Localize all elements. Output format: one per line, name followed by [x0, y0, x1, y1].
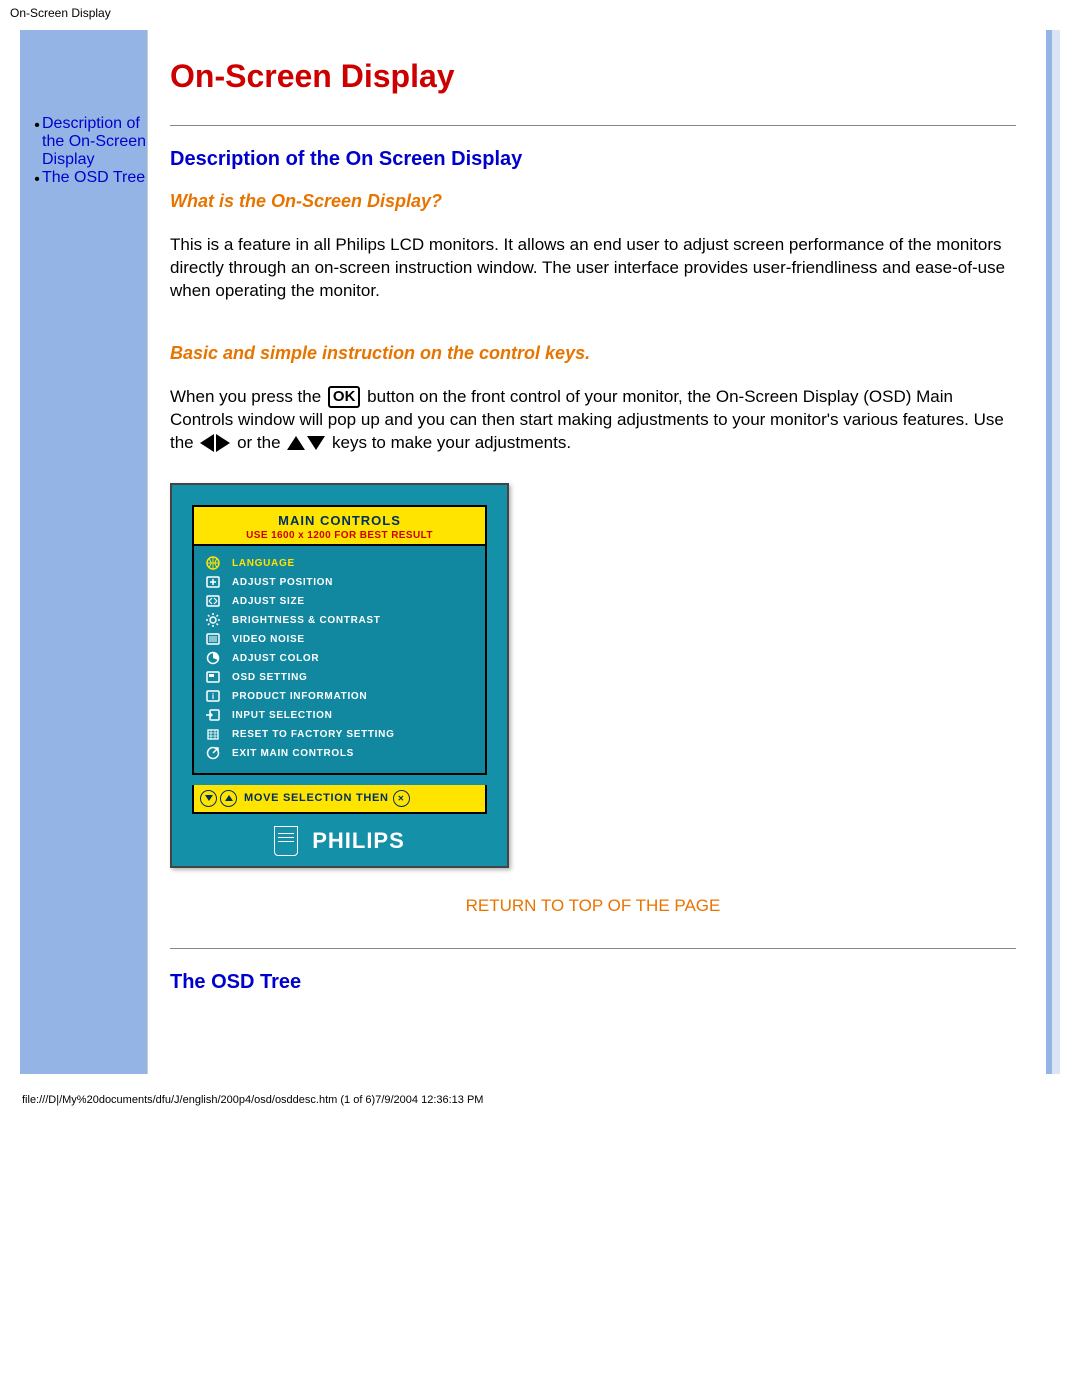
section-heading-description: Description of the On Screen Display — [170, 148, 1016, 171]
osd-menu-item-label: PRODUCT INFORMATION — [232, 691, 367, 702]
main-content: On-Screen Display Description of the On … — [147, 30, 1046, 1074]
osd-menu-item-label: EXIT MAIN CONTROLS — [232, 748, 354, 759]
osd-menu-item[interactable]: LANGUAGE — [204, 554, 475, 573]
left-right-arrows-icon — [200, 434, 230, 452]
text-segment: keys to make your adjustments. — [332, 433, 571, 452]
divider — [170, 125, 1016, 126]
sun-icon — [204, 613, 222, 627]
page-header-title: On-Screen Display — [0, 0, 1080, 22]
reset-icon — [204, 727, 222, 741]
section-heading-osd-tree: The OSD Tree — [170, 971, 1016, 994]
sidebar-item-osd-tree[interactable]: • The OSD Tree — [32, 169, 147, 189]
noise-icon — [204, 632, 222, 646]
osd-header: MAIN CONTROLS USE 1600 x 1200 FOR BEST R… — [194, 507, 485, 546]
paragraph-description: This is a feature in all Philips LCD mon… — [170, 234, 1016, 303]
subheading-basic-instruction: Basic and simple instruction on the cont… — [170, 343, 1016, 364]
osd-menu-item-label: ADJUST COLOR — [232, 653, 319, 664]
ok-button-icon: OK — [328, 386, 361, 408]
osd-menu-item-label: LANGUAGE — [232, 558, 295, 569]
return-to-top-link[interactable]: RETURN TO TOP OF THE PAGE — [466, 896, 721, 915]
sidebar-link-description[interactable]: Description of the On-Screen Display — [42, 115, 147, 169]
text-segment: When you press the — [170, 387, 326, 406]
philips-shield-icon — [274, 826, 298, 856]
scrollbar-gutter[interactable] — [1052, 30, 1060, 1074]
subheading-what-is-osd: What is the On-Screen Display? — [170, 191, 1016, 212]
osd-footer-text: MOVE SELECTION THEN — [244, 792, 389, 804]
return-to-top-link-wrap: RETURN TO TOP OF THE PAGE — [170, 896, 1016, 916]
text-segment: or the — [237, 433, 285, 452]
osd-menu-item[interactable]: EXIT MAIN CONTROLS — [204, 744, 475, 763]
sidebar-nav: • Description of the On-Screen Display •… — [20, 30, 147, 1074]
page-frame: • Description of the On-Screen Display •… — [20, 30, 1060, 1074]
up-down-arrows-icon — [287, 436, 325, 450]
osd-menu-item[interactable]: OSD SETTING — [204, 668, 475, 687]
osd-icon — [204, 670, 222, 684]
osd-main-controls-panel: MAIN CONTROLS USE 1600 x 1200 FOR BEST R… — [170, 483, 509, 868]
osd-footer-strip: MOVE SELECTION THEN ✕ — [192, 785, 487, 814]
osd-menu-item[interactable]: INPUT SELECTION — [204, 706, 475, 725]
svg-text:i: i — [212, 692, 214, 701]
osd-menu-item-label: BRIGHTNESS & CONTRAST — [232, 615, 381, 626]
sidebar-link-osd-tree[interactable]: The OSD Tree — [42, 169, 145, 187]
exit-icon — [204, 746, 222, 760]
divider — [170, 948, 1016, 949]
sidebar-item-description[interactable]: • Description of the On-Screen Display — [32, 115, 147, 169]
bullet-icon: • — [32, 171, 42, 189]
globe-icon — [204, 556, 222, 570]
input-icon — [204, 708, 222, 722]
osd-menu-item[interactable]: ADJUST SIZE — [204, 592, 475, 611]
info-icon: i — [204, 689, 222, 703]
philips-logo-text: PHILIPS — [312, 828, 405, 854]
osd-menu-item[interactable]: BRIGHTNESS & CONTRAST — [204, 611, 475, 630]
footer-file-path: file:///D|/My%20documents/dfu/J/english/… — [0, 1074, 1080, 1122]
osd-menu-item-label: OSD SETTING — [232, 672, 307, 683]
page-title: On-Screen Display — [170, 58, 1016, 95]
up-circle-icon — [220, 790, 237, 807]
osd-header-title: MAIN CONTROLS — [194, 513, 485, 528]
osd-menu-item[interactable]: ADJUST COLOR — [204, 649, 475, 668]
osd-menu-item[interactable]: RESET TO FACTORY SETTING — [204, 725, 475, 744]
osd-menu-item-label: VIDEO NOISE — [232, 634, 305, 645]
osd-header-subtitle: USE 1600 x 1200 FOR BEST RESULT — [194, 530, 485, 541]
osd-menu-item[interactable]: ADJUST POSITION — [204, 573, 475, 592]
ok-circle-icon: ✕ — [393, 790, 410, 807]
osd-brand-row: PHILIPS — [172, 814, 507, 866]
osd-menu-item-label: RESET TO FACTORY SETTING — [232, 729, 395, 740]
osd-menu-list: LANGUAGE ADJUST POSITION ADJUST SIZE BRIGHT… — [194, 546, 485, 773]
paragraph-instruction: When you press the OK button on the fron… — [170, 386, 1016, 455]
pos-icon — [204, 575, 222, 589]
color-icon — [204, 651, 222, 665]
down-circle-icon — [200, 790, 217, 807]
osd-menu-item-label: ADJUST POSITION — [232, 577, 333, 588]
bullet-icon: • — [32, 117, 42, 135]
osd-menu-item[interactable]: i PRODUCT INFORMATION — [204, 687, 475, 706]
osd-menu-item[interactable]: VIDEO NOISE — [204, 630, 475, 649]
size-icon — [204, 594, 222, 608]
osd-menu-item-label: ADJUST SIZE — [232, 596, 305, 607]
osd-menu-item-label: INPUT SELECTION — [232, 710, 333, 721]
